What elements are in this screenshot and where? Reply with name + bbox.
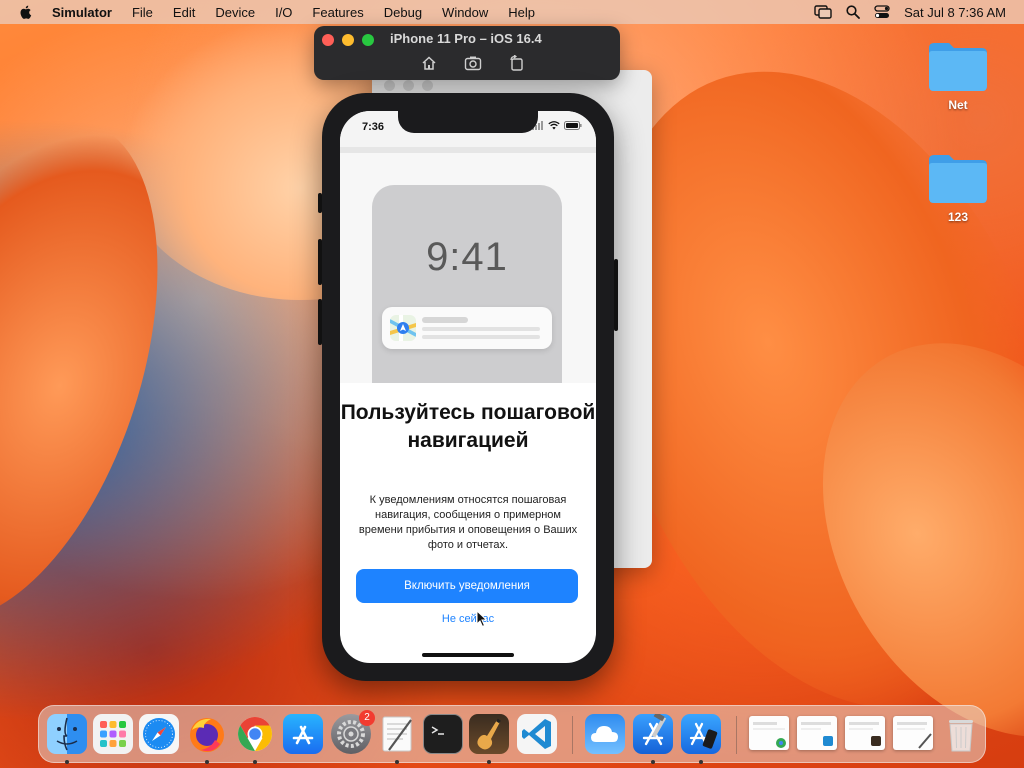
wifi-icon [548, 121, 560, 130]
vscode-icon[interactable] [517, 714, 557, 754]
simulator-icon[interactable] [681, 714, 721, 754]
menu-device[interactable]: Device [215, 5, 255, 20]
dock-separator [572, 716, 573, 754]
placeholder-line [422, 327, 540, 331]
status-time: 7:36 [362, 121, 385, 133]
desktop-icon-label: 123 [947, 210, 969, 224]
screenshot-icon[interactable] [464, 55, 482, 71]
menu-bar: Simulator File Edit Device I/O Features … [0, 0, 1024, 24]
not-now-button[interactable]: Не сейчас [340, 613, 596, 625]
volume-up-button[interactable] [318, 239, 322, 285]
minimized-window-thumbnail[interactable] [749, 716, 789, 750]
desktop-folder-123[interactable]: 123 [918, 152, 998, 224]
placeholder-line [422, 317, 468, 323]
system-settings-icon[interactable]: 2 [331, 710, 375, 754]
trash-icon[interactable] [941, 714, 981, 754]
desktop-icon-label: Net [948, 98, 968, 112]
safari-icon[interactable] [139, 714, 179, 754]
xcode-icon[interactable] [633, 711, 673, 754]
volume-down-button[interactable] [318, 299, 322, 345]
running-indicator [205, 760, 209, 764]
firefox-icon[interactable] [187, 714, 227, 754]
instruments-icon[interactable] [469, 714, 509, 754]
running-indicator [699, 760, 703, 764]
placeholder-line [422, 335, 540, 339]
maps-app-icon [390, 315, 416, 341]
device-screen: 7:36 9:41 Пользуйтесь пошаговой навигаци… [340, 111, 596, 663]
iphone-device-frame: 7:36 9:41 Пользуйтесь пошаговой навигаци… [318, 93, 618, 681]
running-indicator [395, 760, 399, 764]
menu-features[interactable]: Features [312, 5, 363, 20]
menu-app-name[interactable]: Simulator [52, 5, 112, 20]
illustration-notification-card [382, 307, 552, 349]
minimized-window-thumbnail[interactable] [797, 716, 837, 750]
onboarding-heading: Пользуйтесь пошаговой навигацией [340, 401, 596, 452]
running-indicator [651, 760, 655, 764]
minimized-window-thumbnail[interactable] [893, 716, 933, 750]
control-center-icon[interactable] [874, 5, 890, 19]
textedit-icon[interactable] [377, 714, 417, 754]
minimize-window-button[interactable] [342, 34, 354, 46]
device-notch [398, 111, 538, 133]
launchpad-icon[interactable] [93, 714, 133, 754]
simulator-title-bar: iPhone 11 Pro – iOS 16.4 [314, 26, 620, 80]
menu-window[interactable]: Window [442, 5, 488, 20]
onboarding-description: К уведомлениям относятся пошаговая навиг… [358, 494, 578, 551]
screen-mirroring-icon[interactable] [814, 5, 832, 19]
menu-file[interactable]: File [132, 5, 153, 20]
chrome-icon[interactable] [235, 714, 275, 754]
weather-icon[interactable] [585, 714, 625, 754]
menu-extras: Sat Jul 8 7:36 AM [814, 0, 1006, 24]
menu-clock[interactable]: Sat Jul 8 7:36 AM [904, 5, 1006, 20]
close-window-button[interactable] [322, 34, 334, 46]
zoom-window-button[interactable] [362, 34, 374, 46]
running-indicator [487, 760, 491, 764]
running-indicator [253, 760, 257, 764]
enable-notifications-button[interactable]: Включить уведомления [356, 569, 578, 603]
apple-menu-icon[interactable] [18, 4, 34, 20]
folder-icon [927, 152, 989, 204]
menu-io[interactable]: I/O [275, 5, 292, 20]
background-window-controls [384, 80, 433, 91]
home-icon[interactable] [420, 55, 438, 71]
status-icons [532, 121, 582, 130]
app-store-icon[interactable] [283, 714, 323, 754]
spotlight-search-icon[interactable] [846, 5, 860, 19]
home-indicator[interactable] [422, 653, 514, 657]
dock-separator [736, 716, 737, 754]
notification-badge: 2 [359, 710, 375, 726]
simulator-toolbar [420, 54, 526, 71]
mouse-cursor-icon [476, 610, 488, 628]
dock: 2 [38, 705, 986, 764]
illustration-clock: 9:41 [426, 235, 508, 279]
menu-help[interactable]: Help [508, 5, 535, 20]
mute-switch[interactable] [318, 193, 322, 213]
finder-icon[interactable] [47, 714, 87, 754]
running-indicator [65, 760, 69, 764]
terminal-icon[interactable] [423, 714, 463, 754]
menu-debug[interactable]: Debug [384, 5, 422, 20]
folder-icon [927, 40, 989, 92]
side-button[interactable] [614, 259, 618, 331]
simulator-window-title: iPhone 11 Pro – iOS 16.4 [390, 31, 542, 46]
desktop-folder-net[interactable]: Net [918, 40, 998, 112]
rotate-icon[interactable] [508, 54, 526, 71]
menu-edit[interactable]: Edit [173, 5, 195, 20]
illustration-phone: 9:41 [372, 185, 562, 383]
battery-icon [564, 121, 582, 130]
notification-illustration: 9:41 [340, 153, 596, 383]
minimized-window-thumbnail[interactable] [845, 716, 885, 750]
